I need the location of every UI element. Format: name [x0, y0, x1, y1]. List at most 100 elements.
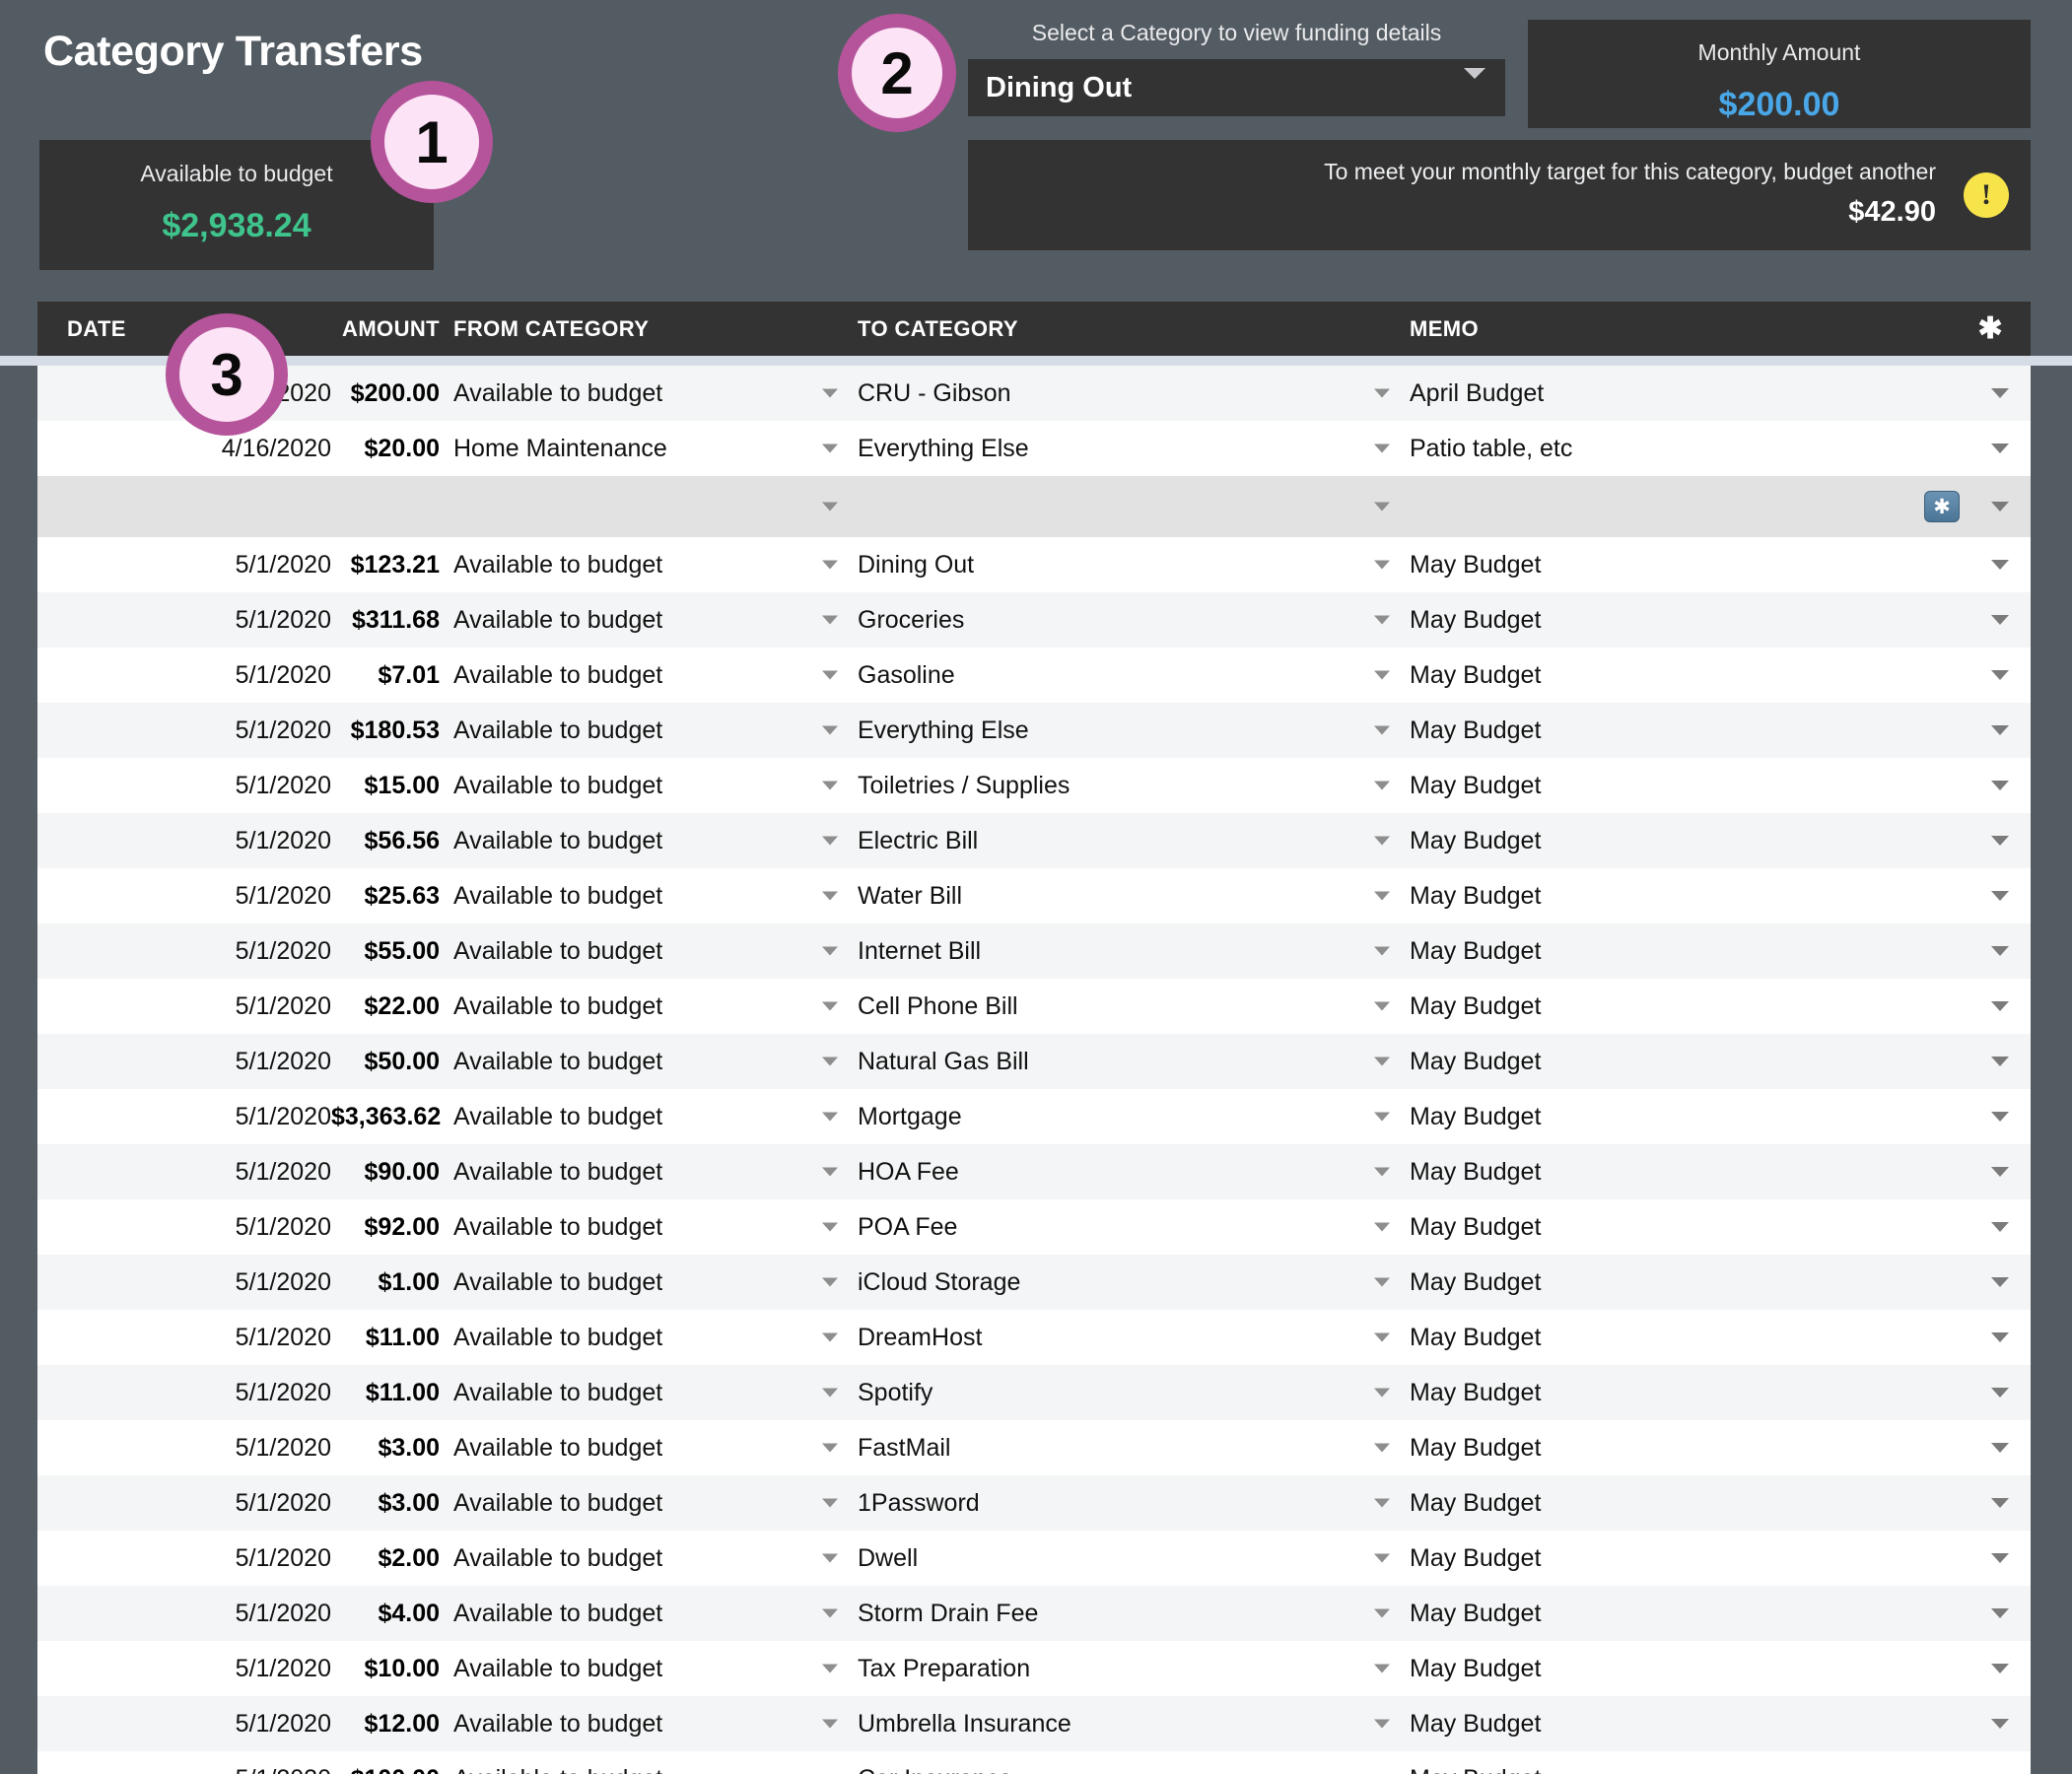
- cell-from-category[interactable]: Available to budget: [440, 1268, 844, 1297]
- chevron-down-icon[interactable]: [822, 670, 838, 680]
- cell-to-category[interactable]: Dining Out: [822, 551, 1396, 580]
- cell-to-category[interactable]: Everything Else: [822, 716, 1396, 745]
- table-row[interactable]: 5/1/2020 $12.00 Available to budget Umbrell…: [37, 1696, 2031, 1751]
- cell-from-category[interactable]: Available to budget: [440, 827, 844, 855]
- chevron-down-icon[interactable]: [1374, 946, 1390, 956]
- cell-date[interactable]: 5/1/2020: [37, 772, 331, 800]
- cell-from-category[interactable]: Available to budget: [440, 772, 844, 800]
- column-header-memo[interactable]: MEMO: [1396, 316, 1948, 342]
- cell-date[interactable]: 5/1/2020: [37, 1103, 331, 1131]
- chevron-down-icon[interactable]: [1991, 670, 2009, 680]
- chevron-down-icon[interactable]: [822, 781, 838, 790]
- cell-from-category[interactable]: Available to budget: [440, 1379, 844, 1407]
- table-row[interactable]: 5/1/2020 $92.00 Available to budget POA Fee…: [37, 1199, 2031, 1255]
- category-select[interactable]: Dining Out: [968, 59, 1505, 116]
- chevron-down-icon[interactable]: [822, 1443, 838, 1453]
- chevron-down-icon[interactable]: [822, 1498, 838, 1508]
- table-row[interactable]: 5/1/2020 $4.00 Available to budget Storm Dr…: [37, 1586, 2031, 1641]
- cell-to-category[interactable]: DreamHost: [822, 1324, 1396, 1352]
- cell-date[interactable]: 5/1/2020: [37, 1158, 331, 1187]
- cell-date[interactable]: 5/1/2020: [37, 606, 331, 635]
- chevron-down-icon[interactable]: [1374, 1719, 1390, 1729]
- chevron-down-icon[interactable]: [822, 1332, 838, 1342]
- cell-date[interactable]: 5/1/2020: [37, 992, 331, 1021]
- cell-from-category[interactable]: Available to budget: [440, 1103, 844, 1131]
- chevron-down-icon[interactable]: [822, 1277, 838, 1287]
- chevron-down-icon[interactable]: [1991, 725, 2009, 735]
- cell-to-category[interactable]: POA Fee: [822, 1213, 1396, 1242]
- cell-amount[interactable]: $4.00: [331, 1600, 440, 1628]
- table-row[interactable]: 5/1/2020 $10.00 Available to budget Tax Pre…: [37, 1641, 2031, 1696]
- cell-amount[interactable]: $2.00: [331, 1544, 440, 1573]
- asterisk-button-icon[interactable]: ✱: [1924, 491, 1960, 522]
- chevron-down-icon[interactable]: [1374, 836, 1390, 846]
- cell-to-category[interactable]: Storm Drain Fee: [822, 1600, 1396, 1628]
- cell-to-category[interactable]: iCloud Storage: [822, 1268, 1396, 1297]
- cell-to-category[interactable]: CRU - Gibson: [822, 379, 1396, 408]
- cell-amount[interactable]: $7.01: [331, 661, 440, 690]
- cell-to-category[interactable]: Natural Gas Bill: [822, 1048, 1396, 1076]
- chevron-down-icon[interactable]: [1991, 1167, 2009, 1177]
- cell-amount[interactable]: $311.68: [331, 606, 440, 635]
- cell-date[interactable]: 5/1/2020: [37, 716, 331, 745]
- cell-to-category[interactable]: Internet Bill: [822, 937, 1396, 966]
- cell-date[interactable]: 5/1/2020: [37, 827, 331, 855]
- cell-to-category[interactable]: Car Insurance: [844, 1765, 1396, 1774]
- cell-date[interactable]: 5/1/2020: [37, 1489, 331, 1518]
- cell-memo[interactable]: Patio table, etc: [1374, 435, 1948, 463]
- cell-memo[interactable]: May Budget: [1374, 1213, 1948, 1242]
- cell-memo[interactable]: May Budget: [1396, 1765, 1948, 1774]
- chevron-down-icon[interactable]: [1991, 1719, 2009, 1729]
- chevron-down-icon[interactable]: [822, 1222, 838, 1232]
- table-row[interactable]: 5/1/2020 $7.01 Available to budget Gasoline…: [37, 648, 2031, 703]
- chevron-down-icon[interactable]: [1991, 836, 2009, 846]
- chevron-down-icon[interactable]: [822, 502, 838, 512]
- chevron-down-icon[interactable]: [1374, 1443, 1390, 1453]
- chevron-down-icon[interactable]: [822, 444, 838, 453]
- chevron-down-icon[interactable]: [1991, 1608, 2009, 1618]
- table-row[interactable]: 5/1/2020 $3,363.62 Available to budget Mort…: [37, 1089, 2031, 1144]
- chevron-down-icon[interactable]: [1374, 891, 1390, 901]
- chevron-down-icon[interactable]: [1374, 1388, 1390, 1398]
- cell-to-category[interactable]: Gasoline: [822, 661, 1396, 690]
- chevron-down-icon[interactable]: [822, 891, 838, 901]
- cell-memo[interactable]: May Budget: [1374, 1268, 1948, 1297]
- chevron-down-icon[interactable]: [822, 946, 838, 956]
- cell-from-category[interactable]: Available to budget: [440, 1324, 844, 1352]
- cell-amount[interactable]: $1.00: [331, 1268, 440, 1297]
- table-row[interactable]: 5/1/2020 $1.00 Available to budget iCloud S…: [37, 1255, 2031, 1310]
- cell-date[interactable]: 5/1/2020: [37, 1544, 331, 1573]
- cell-amount[interactable]: $3.00: [331, 1489, 440, 1518]
- cell-memo[interactable]: May Budget: [1374, 716, 1948, 745]
- cell-date[interactable]: 5/1/2020: [37, 1710, 331, 1739]
- table-row[interactable]: 5/1/2020 $11.00 Available to budget DreamHo…: [37, 1310, 2031, 1365]
- cell-to-category[interactable]: Umbrella Insurance: [822, 1710, 1396, 1739]
- cell-to-category[interactable]: 1Password: [822, 1489, 1396, 1518]
- chevron-down-icon[interactable]: [822, 1388, 838, 1398]
- cell-to-category[interactable]: Everything Else: [822, 435, 1396, 463]
- table-row[interactable]: 5/1/2020 $3.00 Available to budget FastMail…: [37, 1420, 2031, 1475]
- cell-from-category[interactable]: Available to budget: [440, 937, 844, 966]
- chevron-down-icon[interactable]: [822, 615, 838, 625]
- cell-memo[interactable]: May Budget: [1374, 937, 1948, 966]
- chevron-down-icon[interactable]: [1991, 1277, 2009, 1287]
- cell-to-category[interactable]: HOA Fee: [822, 1158, 1396, 1187]
- chevron-down-icon[interactable]: [1374, 615, 1390, 625]
- table-row[interactable]: 5/1/2020 $50.00 Available to budget Natural…: [37, 1034, 2031, 1089]
- table-row[interactable]: 5/1/2020 $3.00 Available to budget 1Passwor…: [37, 1475, 2031, 1531]
- table-row[interactable]: 5/1/2020 $311.68 Available to budget Grocer…: [37, 592, 2031, 648]
- cell-from-category[interactable]: Available to budget: [440, 606, 844, 635]
- cell-from-category[interactable]: Available to budget: [440, 1710, 844, 1739]
- cell-memo[interactable]: May Budget: [1374, 827, 1948, 855]
- cell-memo[interactable]: April Budget: [1374, 379, 1948, 408]
- table-row[interactable]: 4/1/2020$200.00Available to budgetCRU - …: [37, 366, 2031, 421]
- cell-memo[interactable]: May Budget: [1374, 882, 1948, 911]
- chevron-down-icon[interactable]: [1991, 615, 2009, 625]
- chevron-down-icon[interactable]: [1991, 781, 2009, 790]
- cell-amount[interactable]: $15.00: [331, 772, 440, 800]
- cell-memo[interactable]: May Budget: [1374, 1489, 1948, 1518]
- cell-memo[interactable]: May Budget: [1374, 551, 1948, 580]
- cell-date[interactable]: 5/1/2020: [37, 1268, 331, 1297]
- cell-date[interactable]: 5/1/2020: [37, 937, 331, 966]
- table-row[interactable]: 5/1/2020 $56.56 Available to budget Electri…: [37, 813, 2031, 868]
